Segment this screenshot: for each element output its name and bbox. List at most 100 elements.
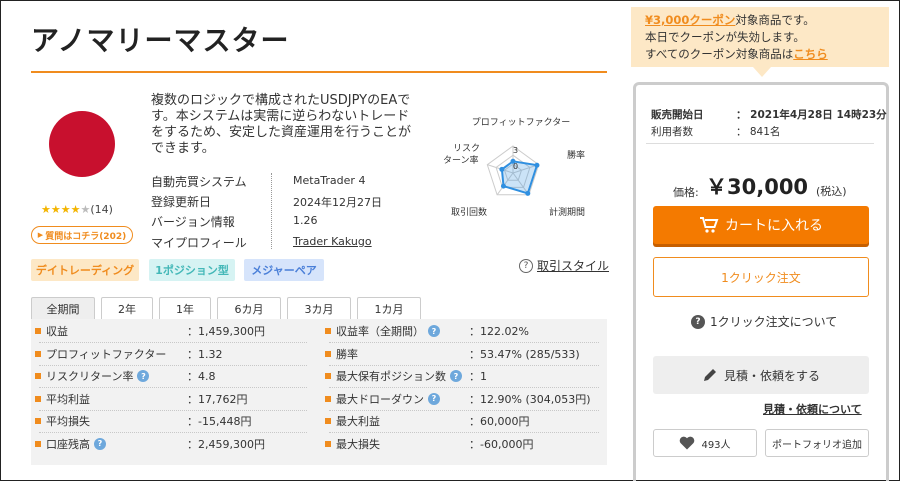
- stat-label: 最大損失: [325, 433, 380, 455]
- title-divider: [31, 71, 607, 73]
- info-label-updated: 登録更新日: [151, 195, 212, 209]
- tab-3m[interactable]: 3カ月: [287, 297, 351, 319]
- help-icon[interactable]: ?: [428, 325, 440, 337]
- stat-label-text: リスクリターン率: [46, 370, 134, 383]
- pen-icon: [703, 369, 716, 381]
- radar-chart: プロフィットファクター 勝率 計測期間 取引回数 リスク ターン率 3 0: [443, 117, 585, 218]
- coupon-pointer: [753, 67, 771, 77]
- help-icon[interactable]: ?: [94, 437, 106, 450]
- stat-label-text: 最大利益: [336, 415, 380, 428]
- favorite-button[interactable]: 493人: [653, 429, 757, 457]
- stat-value: ：4.8: [187, 370, 216, 383]
- stat-label: 最大利益: [325, 410, 380, 432]
- stat-value: ：60,000円: [469, 415, 530, 428]
- radar-series: [500, 160, 539, 195]
- tab-1m[interactable]: 1カ月: [357, 297, 421, 319]
- star-empty-icon: ★: [80, 203, 91, 216]
- stat-label-text: 平均利益: [46, 392, 90, 406]
- radar-label-trades: 取引回数: [451, 206, 487, 218]
- coupon-line2: 本日でクーポンが失効します。: [645, 30, 805, 44]
- users-label: 利用者数: [651, 126, 693, 138]
- trade-style-link[interactable]: ? 取引スタイル: [519, 257, 609, 274]
- radar-point: [500, 183, 506, 189]
- radar-point: [499, 166, 505, 172]
- estimate-label: 見積・依頼をする: [723, 368, 820, 383]
- meta-divider: [646, 143, 874, 144]
- bullet-icon: [35, 373, 41, 379]
- tab-1y[interactable]: 1年: [159, 297, 211, 319]
- info-label-profile: マイプロフィール: [151, 236, 247, 250]
- one-click-order-button[interactable]: 1クリック注文: [653, 257, 869, 297]
- add-to-cart-button[interactable]: カートに入れる: [653, 206, 869, 244]
- one-click-about-link[interactable]: ? 1クリック注文について: [691, 313, 837, 330]
- stat-label-text: 最大損失: [336, 437, 380, 451]
- radar-point: [525, 190, 531, 196]
- stat-label[interactable]: 最大ドローダウン?: [325, 388, 440, 410]
- stat-label: 平均損失: [35, 410, 90, 432]
- bullet-icon: [35, 418, 41, 424]
- heart-icon: [680, 436, 695, 450]
- stat-value: ：122.02%: [469, 325, 529, 338]
- stat-label[interactable]: 最大保有ポジション数?: [325, 365, 462, 387]
- radar-scale-3: 3: [513, 146, 518, 155]
- help-icon: ?: [691, 314, 705, 329]
- question-button-label: 質問はコチラ(202): [45, 231, 127, 242]
- info-label-system: 自動売買システム: [151, 175, 247, 189]
- stat-label-text: 最大ドローダウン: [336, 392, 424, 406]
- help-icon[interactable]: ?: [450, 370, 462, 382]
- estimate-request-button[interactable]: 見積・依頼をする: [653, 356, 869, 394]
- period-tabs: 全期間 2年 1年 6カ月 3カ月 1カ月: [31, 297, 427, 319]
- stat-label[interactable]: 収益率（全期間）?: [325, 320, 440, 342]
- stats-table: 収益 ：1,459,300円 プロフィットファクター ：1.32 リスクリターン率? ：4…: [31, 319, 607, 465]
- stat-value: ：12.90% (304,053円): [469, 392, 591, 406]
- coupon-line3: すべてのクーポン対象商品は: [645, 47, 794, 61]
- rating-count: (14): [90, 203, 113, 216]
- bullet-icon: [35, 395, 41, 402]
- stat-value: ：-15,448円: [187, 415, 252, 428]
- stat-label: 収益: [35, 320, 68, 342]
- stat-label[interactable]: 口座残高?: [35, 433, 106, 455]
- users-value: ： 841名: [736, 126, 781, 138]
- help-icon[interactable]: ?: [137, 370, 150, 382]
- sale-start-label: 販売開始日: [651, 109, 704, 121]
- estimate-about-link[interactable]: 見積・依頼について: [763, 401, 862, 417]
- coupon-notice: ¥3,000クーポン対象商品です。 本日でクーポンが失効します。 すべてのクーポ…: [631, 7, 889, 67]
- stat-label: 平均利益: [35, 388, 90, 410]
- stat-value: ：17,762円: [187, 392, 248, 406]
- help-icon[interactable]: ?: [428, 392, 440, 405]
- coupon-all-link[interactable]: こちら: [793, 47, 828, 61]
- rating[interactable]: ★★★★★(14): [41, 203, 113, 216]
- stat-label-text: 勝率: [336, 347, 358, 361]
- profile-link[interactable]: Trader Kakugo: [293, 235, 372, 248]
- add-portfolio-button[interactable]: ポートフォリオ追加: [765, 429, 869, 457]
- tab-6m[interactable]: 6カ月: [217, 297, 281, 319]
- tag-single-position[interactable]: 1ポジション型: [149, 259, 235, 281]
- tag-daytrading[interactable]: デイトレーディング: [31, 259, 139, 281]
- cart-icon: [700, 217, 719, 233]
- bullet-icon: [325, 440, 331, 447]
- stat-label: 勝率: [325, 343, 358, 365]
- tag-major-pair[interactable]: メジャーペア: [244, 259, 324, 281]
- coupon-link[interactable]: ¥3,000クーポン: [645, 13, 735, 27]
- tab-all[interactable]: 全期間: [31, 297, 95, 319]
- add-to-cart-label: カートに入れる: [725, 218, 823, 234]
- price-value: ￥30,000: [706, 175, 809, 199]
- stat-label[interactable]: リスクリターン率?: [35, 365, 150, 387]
- stat-value: ：1,459,300円: [187, 325, 265, 338]
- bullet-icon: [35, 328, 41, 334]
- info-label-version: バージョン情報: [151, 215, 235, 229]
- page-title: アノマリーマスター: [31, 24, 290, 57]
- favorite-count: 493人: [701, 439, 731, 451]
- radar-label-winrate: 勝率: [567, 149, 585, 161]
- stat-label-text: 収益: [46, 325, 68, 338]
- tab-2y[interactable]: 2年: [101, 297, 153, 319]
- info-value-updated: 2024年12月27日: [293, 196, 382, 209]
- radar-label-risk-1: リスク: [453, 143, 480, 154]
- bullet-icon: [35, 350, 41, 357]
- bullet-icon: [35, 440, 41, 447]
- radar-label-risk-2: ターン率: [443, 154, 479, 166]
- stat-value: ：53.47% (285/533): [469, 347, 580, 361]
- stat-value: ：2,459,300円: [187, 437, 265, 451]
- question-button[interactable]: ▶ 質問はコチラ(202): [31, 226, 133, 244]
- radar-scale-0: 0: [513, 162, 518, 171]
